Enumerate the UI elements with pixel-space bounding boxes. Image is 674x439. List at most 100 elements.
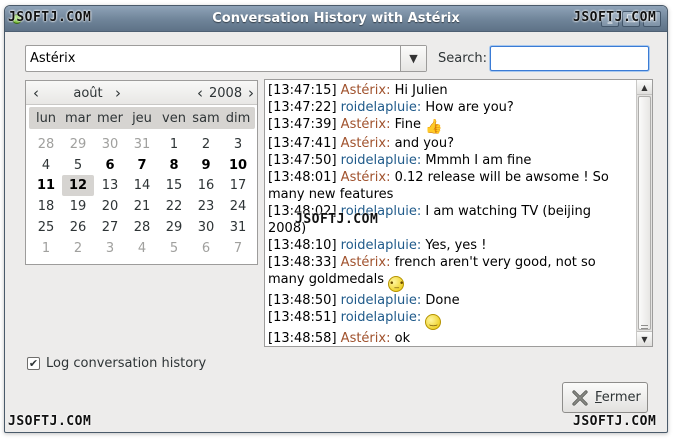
calendar-day[interactable]: 11 bbox=[30, 175, 62, 196]
chevron-down-icon[interactable]: ▼ bbox=[400, 46, 426, 71]
next-month-button[interactable]: › bbox=[115, 84, 121, 102]
calendar-day-name: mer bbox=[96, 111, 123, 126]
message-line: [13:47:50] roidelapluie: Mmmh I am fine bbox=[268, 152, 632, 169]
message-line: [13:47:22] roidelapluie: How are you? bbox=[268, 99, 632, 116]
message-text: Hi Julien bbox=[394, 83, 448, 98]
message-time: [13:47:15] bbox=[268, 83, 337, 98]
calendar-day[interactable]: 13 bbox=[94, 175, 126, 196]
calendar-day[interactable]: 25 bbox=[30, 217, 62, 238]
calendar-day[interactable]: 28 bbox=[126, 217, 158, 238]
message-time: [13:48:50] bbox=[268, 293, 337, 308]
calendar-day[interactable]: 30 bbox=[190, 217, 222, 238]
calendar-day-name: lun bbox=[35, 111, 57, 126]
calendar-day-outside[interactable]: 30 bbox=[94, 134, 126, 155]
message-text: and you? bbox=[394, 136, 454, 151]
watermark-top-left: JSOFTJ.COM bbox=[8, 10, 92, 25]
calendar-day[interactable]: 9 bbox=[190, 155, 222, 176]
log-history-checkbox[interactable]: ✔ bbox=[27, 357, 40, 370]
message-nick: roidelapluie: bbox=[340, 100, 422, 115]
calendar-day[interactable]: 1 bbox=[158, 134, 190, 155]
message-time: [13:48:51] bbox=[268, 310, 337, 325]
calendar-month: août bbox=[73, 86, 103, 101]
calendar-day[interactable]: 18 bbox=[30, 196, 62, 217]
calendar-day[interactable]: 22 bbox=[158, 196, 190, 217]
calendar-day[interactable]: 4 bbox=[30, 155, 62, 176]
calendar-day[interactable]: 31 bbox=[222, 217, 254, 238]
calendar-year: 2008 bbox=[209, 86, 243, 101]
calendar-day[interactable]: 20 bbox=[94, 196, 126, 217]
calendar-day[interactable]: 14 bbox=[126, 175, 158, 196]
contact-combo[interactable]: Astérix ▼ bbox=[25, 45, 427, 72]
message-time: [13:48:01] bbox=[268, 170, 337, 185]
message-line: [13:48:51] roidelapluie: ‿ bbox=[268, 309, 632, 330]
message-nick: roidelapluie: bbox=[340, 153, 422, 168]
message-nick: Astérix: bbox=[340, 117, 391, 132]
message-time: [13:48:58] bbox=[268, 331, 337, 346]
calendar-day[interactable]: 2 bbox=[190, 134, 222, 155]
calendar-day[interactable]: 12 bbox=[62, 175, 94, 197]
calendar-day[interactable]: 24 bbox=[222, 196, 254, 217]
calendar-day[interactable]: 16 bbox=[190, 175, 222, 196]
calendar-day-name: sam bbox=[192, 111, 220, 126]
calendar-day[interactable]: 6 bbox=[94, 155, 126, 176]
message-time: [13:47:39] bbox=[268, 117, 337, 132]
calendar-day-outside[interactable]: 4 bbox=[126, 238, 158, 259]
message-nick: Astérix: bbox=[340, 83, 391, 98]
calendar-day-name: jeu bbox=[132, 111, 152, 126]
scroll-up-icon[interactable]: ▲ bbox=[637, 80, 652, 95]
calendar-day-outside[interactable]: 1 bbox=[30, 238, 62, 259]
search-input[interactable] bbox=[490, 46, 649, 71]
watermark-center: JSOFTJ.COM bbox=[295, 212, 379, 227]
calendar-day[interactable]: 21 bbox=[126, 196, 158, 217]
calendar-day-outside[interactable]: 31 bbox=[126, 134, 158, 155]
calendar-day-name: dim bbox=[225, 111, 251, 126]
message-text: Done bbox=[425, 293, 460, 308]
message-nick: roidelapluie: bbox=[340, 238, 422, 253]
calendar-day[interactable]: 5 bbox=[62, 155, 94, 176]
log-history-label[interactable]: Log conversation history bbox=[46, 356, 206, 371]
conversation-scrollbar[interactable]: ▲ ▼ bbox=[636, 80, 652, 346]
calendar-day[interactable]: 7 bbox=[126, 155, 158, 176]
calendar-day-outside[interactable]: 3 bbox=[94, 238, 126, 259]
prev-month-button[interactable]: ‹ bbox=[33, 84, 39, 102]
next-year-button[interactable]: › bbox=[248, 84, 254, 102]
calendar-day[interactable]: 15 bbox=[158, 175, 190, 196]
message-nick: roidelapluie: bbox=[340, 293, 422, 308]
calendar-day[interactable]: 3 bbox=[222, 134, 254, 155]
calendar-day[interactable]: 17 bbox=[222, 175, 254, 196]
calendar-day-outside[interactable]: 29 bbox=[62, 134, 94, 155]
calendar-day[interactable]: 8 bbox=[158, 155, 190, 176]
calendar-day[interactable]: 26 bbox=[62, 217, 94, 238]
calendar: ‹ août › ‹ 2008 › lun mar mer jeu ven sam dim 2… bbox=[25, 80, 258, 265]
calendar-day[interactable]: 29 bbox=[158, 217, 190, 238]
title-bar[interactable]: Conversation History with Astérix _ □ × bbox=[5, 6, 667, 32]
message-line: [13:48:10] roidelapluie: Yes, yes ! bbox=[268, 237, 632, 254]
message-line: [13:47:41] Astérix: and you? bbox=[268, 135, 632, 152]
scroll-down-icon[interactable]: ▼ bbox=[637, 331, 652, 346]
calendar-day-outside[interactable]: 7 bbox=[222, 238, 254, 259]
message-time: [13:48:33] bbox=[268, 255, 337, 270]
calendar-day-outside[interactable]: 5 bbox=[158, 238, 190, 259]
close-button[interactable]: Fermer bbox=[562, 382, 648, 413]
window-title: Conversation History with Astérix bbox=[212, 11, 460, 26]
close-button-label: Fermer bbox=[595, 390, 641, 405]
message-nick: roidelapluie: bbox=[340, 310, 422, 325]
message-text: Yes, yes ! bbox=[425, 238, 487, 253]
message-line: [13:48:50] roidelapluie: Done bbox=[268, 292, 632, 309]
calendar-day-outside[interactable]: 28 bbox=[30, 134, 62, 155]
scrollbar-thumb[interactable] bbox=[638, 96, 651, 332]
message-nick: Astérix: bbox=[340, 136, 391, 151]
message-text: How are you? bbox=[425, 100, 514, 115]
prev-year-button[interactable]: ‹ bbox=[197, 84, 203, 102]
calendar-day[interactable]: 23 bbox=[190, 196, 222, 217]
calendar-day[interactable]: 27 bbox=[94, 217, 126, 238]
calendar-day[interactable]: 19 bbox=[62, 196, 94, 217]
calendar-day[interactable]: 10 bbox=[222, 155, 254, 176]
calendar-day-outside[interactable]: 2 bbox=[62, 238, 94, 259]
calendar-day-outside[interactable]: 6 bbox=[190, 238, 222, 259]
message-line: [13:48:33] Astérix: french aren't very g… bbox=[268, 254, 632, 292]
neutral-face-icon: •_• bbox=[388, 276, 404, 292]
message-line: [13:48:01] Astérix: 0.12 release will be… bbox=[268, 169, 632, 203]
search-label: Search: bbox=[438, 51, 488, 66]
watermark-top-right: JSOFTJ.COM bbox=[573, 10, 657, 25]
